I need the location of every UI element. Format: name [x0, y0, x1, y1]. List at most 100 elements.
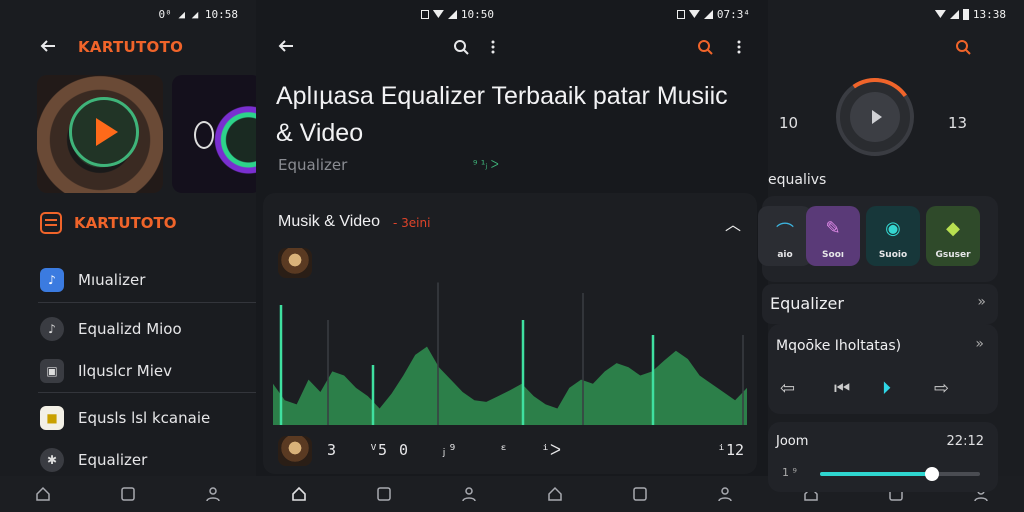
menu-item-4[interactable]: ✱ Equalizer	[40, 448, 147, 472]
previous-icon[interactable]: ⏮	[834, 378, 850, 399]
square-icon[interactable]	[631, 485, 649, 503]
subtitle-label: Equalizer	[278, 156, 348, 174]
menu-item-label: Ilquslcr Miev	[78, 362, 172, 380]
menu-item-1[interactable]: ♪ Equalizd Mioo	[40, 317, 182, 341]
row-label: Equalizer	[770, 294, 844, 313]
player-card: Mqoōke Iholtatas) » ⇦ ⏮ ⏵ ⇨	[768, 324, 998, 414]
home-icon[interactable]	[546, 485, 564, 503]
menu-item-label: Equalizer	[78, 451, 148, 469]
home-icon[interactable]	[290, 485, 308, 503]
volume-knob[interactable]	[925, 467, 939, 481]
status-bar: 0⁰ ◢ ◢ 10:58	[159, 5, 238, 23]
play-icon	[96, 118, 118, 146]
status-bar: 10:50	[420, 5, 494, 23]
card-tag: - 3eini	[393, 216, 431, 230]
divider	[38, 302, 256, 303]
play-dial[interactable]	[836, 78, 914, 156]
divider	[38, 392, 256, 393]
volume-slider[interactable]	[820, 467, 980, 481]
card-title: Musik & Video	[278, 213, 380, 230]
menu-item-0[interactable]: ♪ Mıualizer	[40, 268, 145, 292]
control-label[interactable]: ⁱᐳ	[541, 441, 561, 459]
subtitle-code: ⁹ ¹ⱼ ᐳ	[473, 158, 499, 171]
dial-right-value: 13	[948, 114, 968, 132]
status-text: 10:50	[460, 7, 494, 21]
more-vert-icon[interactable]	[488, 38, 498, 56]
tag-icon: ◆	[946, 218, 960, 239]
control-label[interactable]: ⱽ5	[369, 441, 387, 459]
volume-label: Joom	[776, 434, 809, 449]
status-text: 0⁰ ◢ ◢ 10:58	[158, 7, 238, 21]
app-shortcuts: ⌒ aio ✎ Sooı ◉ Suoio ◆ Gsuser	[758, 196, 998, 282]
vinyl-disc-icon	[69, 97, 139, 167]
shuffle-icon[interactable]: ⇨	[934, 378, 949, 399]
square-icon[interactable]	[119, 485, 137, 503]
bottom-nav	[0, 476, 256, 512]
control-label[interactable]: ᵋ	[499, 441, 508, 459]
album-thumbnail-1[interactable]	[37, 75, 163, 193]
chat-icon: ◉	[885, 218, 901, 239]
brand-title: KARTUTOTO	[78, 38, 184, 56]
equalizer-row[interactable]: Equalizer »	[762, 284, 998, 324]
section-label: equalivs	[768, 172, 827, 188]
section-title: KARTUTOTO	[74, 214, 177, 232]
menu-item-2[interactable]: ▣ Ilquslcr Miev	[40, 359, 172, 383]
home-icon[interactable]	[34, 485, 52, 503]
settings-icon: ✱	[40, 448, 64, 472]
app-label: Sooı	[822, 250, 844, 260]
panel-playlist-menu: 0⁰ ◢ ◢ 10:58 KARTUTOTO KARTUTOTO ♪ Mıual…	[0, 0, 256, 512]
play-icon	[871, 110, 882, 124]
search-icon[interactable]	[452, 38, 470, 56]
control-label[interactable]: ⱼ⁹	[439, 441, 457, 459]
avatar	[278, 436, 312, 466]
app-label: Suoio	[878, 250, 908, 260]
collapse-chevron-icon[interactable]: ︿	[725, 211, 741, 235]
repeat-icon[interactable]: ⇦	[780, 378, 795, 399]
menu-item-label: Equsls lsl kcanaie	[78, 409, 211, 427]
search-icon[interactable]	[696, 38, 714, 56]
search-icon[interactable]	[954, 38, 972, 56]
chevron-right-icon[interactable]: »	[975, 336, 984, 352]
menu-item-3[interactable]: ■ Equsls lsl kcanaie	[40, 406, 210, 430]
menu-item-label: Mıualizer	[78, 271, 146, 289]
app-tile[interactable]: ◆ Gsuser	[926, 206, 980, 266]
back-arrow-icon[interactable]	[276, 36, 296, 56]
app-label: aio	[777, 250, 793, 260]
status-bar: 13:38	[934, 5, 1006, 23]
volume-card: Joom 22:12 1 ⁹	[768, 422, 998, 492]
end-value: ⁱ12	[717, 441, 745, 459]
volume-fill	[820, 472, 932, 476]
status-text: 13:38	[972, 7, 1006, 21]
app-tile[interactable]: ⌒ aio	[758, 206, 812, 266]
square-icon[interactable]	[375, 485, 393, 503]
volume-value: 22:12	[946, 434, 984, 449]
control-label[interactable]: 3	[327, 441, 336, 459]
player-title: Mqoōke Iholtatas)	[776, 338, 902, 354]
dial-left-value: 10	[779, 114, 799, 132]
profile-icon[interactable]	[716, 485, 734, 503]
app-label: Gsuser	[935, 250, 971, 260]
play-pause-icon[interactable]: ⏵	[882, 378, 891, 399]
profile-icon[interactable]	[460, 485, 478, 503]
app-glyph-icon: ⌒	[776, 222, 794, 243]
star-icon: ■	[40, 406, 64, 430]
page-title: Aplıµasa Equalizer Terbaaik patar Musiic…	[276, 82, 728, 147]
app-tile[interactable]: ◉ Suoio	[866, 206, 920, 266]
chevron-right-icon: »	[977, 294, 986, 310]
equalizer-visualizer	[273, 282, 747, 425]
section-header: KARTUTOTO	[40, 212, 177, 234]
pen-icon: ✎	[825, 218, 841, 239]
bottom-nav	[256, 476, 512, 512]
album-thumbnail-2[interactable]	[172, 75, 256, 193]
equalizer-icon: ♪	[40, 268, 64, 292]
bottom-nav	[512, 476, 768, 512]
more-vert-icon[interactable]	[734, 38, 744, 56]
eq-area	[273, 346, 747, 425]
profile-icon[interactable]	[204, 485, 222, 503]
menu-item-label: Equalizd Mioo	[78, 320, 182, 338]
app-tile[interactable]: ✎ Sooı	[806, 206, 860, 266]
list-icon	[40, 212, 62, 234]
status-bar: 07:3⁴	[676, 5, 750, 23]
control-label[interactable]: 0	[399, 441, 408, 459]
back-arrow-icon[interactable]	[38, 36, 58, 56]
